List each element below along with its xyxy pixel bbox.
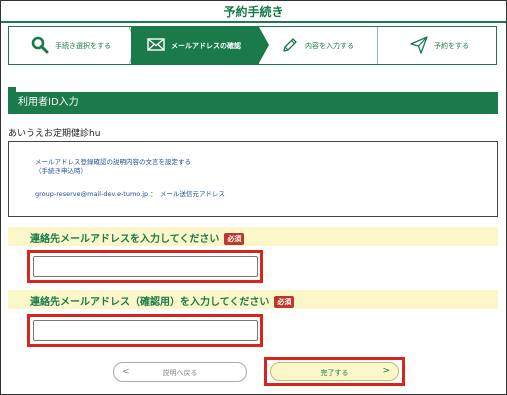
email-confirm-label-text: 連絡先メールアドレス（確認用）を入力してください (30, 297, 270, 308)
email-label-text: 連絡先メールアドレスを入力してください (30, 234, 220, 245)
info-description: メールアドレス登録確認の説明内容の文言を設定する (35, 158, 191, 166)
sender-address: group-reserve@mail-dev.e-tumo.jp ： メール送信… (35, 190, 225, 198)
email-confirm-field-label: 連絡先メールアドレス（確認用）を入力してください 必須 (30, 293, 295, 308)
search-icon (31, 36, 49, 56)
page-title: 予約手続き (223, 5, 284, 19)
step-label: メールアドレスの確認 (171, 41, 241, 50)
back-button-label: 説明へ戻る (162, 369, 198, 377)
email-field-label: 連絡先メールアドレスを入力してください 必須 (30, 230, 245, 245)
required-badge: 必須 (274, 296, 295, 308)
section-header: 利用者ID入力 (8, 87, 498, 114)
paper-plane-icon (410, 35, 428, 56)
required-badge: 必須 (224, 233, 245, 245)
step-select-procedure: 手続き選択をする (9, 27, 131, 64)
info-box: メールアドレス登録確認の説明内容の文言を設定する （手続き申込時） group-… (8, 141, 498, 217)
section-header-tab (8, 87, 16, 92)
pencil-icon (281, 36, 299, 56)
envelope-icon (147, 38, 165, 53)
title-divider (1, 21, 506, 23)
step-label: 手続き選択をする (55, 41, 111, 50)
step-confirm-email: メールアドレスの確認 (131, 27, 259, 64)
step-indicator: 手続き選択をする メールアドレスの確認 内容を入力する 予約をする (8, 26, 497, 65)
step-label: 内容を入力する (305, 41, 354, 50)
back-to-explanation-button[interactable]: < 説明へ戻る (113, 362, 247, 382)
info-description-note: （手続き申込時） (35, 167, 87, 175)
step-label: 予約をする (434, 41, 469, 50)
email-input[interactable] (33, 256, 258, 277)
page-frame: 予約手続き 手続き選択をする メールアドレスの確認 内容を入力する 予約をする … (0, 0, 507, 395)
complete-button[interactable]: 完了する > (270, 362, 399, 381)
email-field-header: 連絡先メールアドレスを入力してください 必須 (8, 227, 498, 246)
email-confirm-field-header: 連絡先メールアドレス（確認用）を入力してください 必須 (8, 290, 498, 309)
email-confirm-input[interactable] (33, 320, 258, 341)
step-make-reservation: 予約をする (377, 27, 496, 64)
chevron-right-icon: > (382, 366, 390, 376)
step-enter-details: 内容を入力する (259, 27, 377, 64)
user-id-text: あいうえお定期健診hu (8, 129, 101, 139)
complete-button-label: 完了する (320, 369, 349, 377)
submit-highlight-box: 完了する > (264, 357, 405, 386)
section-title: 利用者ID入力 (18, 97, 79, 108)
